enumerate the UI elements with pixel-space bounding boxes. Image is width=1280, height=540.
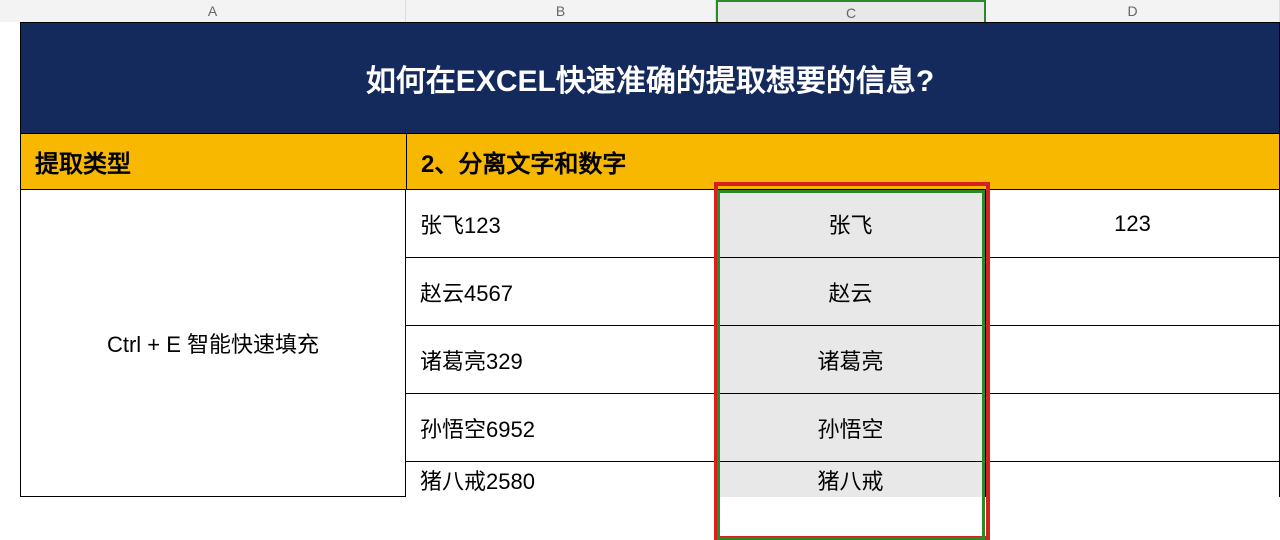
header-col2[interactable]: 2、分离文字和数字 xyxy=(407,134,1279,189)
cell-b1[interactable]: 张飞123 xyxy=(406,190,716,258)
cell-b2[interactable]: 赵云4567 xyxy=(406,258,716,326)
table-row: 诸葛亮329 诸葛亮 xyxy=(406,326,1280,394)
spreadsheet-area: 如何在EXCEL快速准确的提取想要的信息? 提取类型 2、分离文字和数字 Ctr… xyxy=(20,22,1280,497)
table-row: 赵云4567 赵云 xyxy=(406,258,1280,326)
col-header-a[interactable]: A xyxy=(20,0,406,22)
cell-c3[interactable]: 诸葛亮 xyxy=(716,326,986,394)
cell-d3[interactable] xyxy=(986,326,1280,394)
cell-d1[interactable]: 123 xyxy=(986,190,1280,258)
cell-d2[interactable] xyxy=(986,258,1280,326)
cell-b4[interactable]: 孙悟空6952 xyxy=(406,394,716,462)
col-header-d[interactable]: D xyxy=(986,0,1280,22)
cell-c2[interactable]: 赵云 xyxy=(716,258,986,326)
cell-d5[interactable] xyxy=(986,462,1280,497)
cell-b5[interactable]: 猪八戒2580 xyxy=(406,462,716,497)
table-row: 猪八戒2580 猪八戒 xyxy=(406,462,1280,497)
cell-b3[interactable]: 诸葛亮329 xyxy=(406,326,716,394)
cell-d4[interactable] xyxy=(986,394,1280,462)
header-row: 提取类型 2、分离文字和数字 xyxy=(20,134,1280,190)
title-text: 如何在EXCEL快速准确的提取想要的信息? xyxy=(366,56,934,100)
data-area: Ctrl + E 智能快速填充 张飞123 张飞 123 赵云4567 赵云 诸… xyxy=(20,190,1280,497)
cell-c5[interactable]: 猪八戒 xyxy=(716,462,986,497)
col-header-b[interactable]: B xyxy=(406,0,716,22)
table-row: 张飞123 张飞 123 xyxy=(406,190,1280,258)
merged-type-label: Ctrl + E 智能快速填充 xyxy=(107,327,319,359)
column-headers: A B C D xyxy=(0,0,1280,22)
header-col1[interactable]: 提取类型 xyxy=(21,134,407,189)
cell-c1[interactable]: 张飞 xyxy=(716,190,986,258)
col-header-c[interactable]: C xyxy=(716,0,986,22)
merged-type-cell[interactable]: Ctrl + E 智能快速填充 xyxy=(20,190,406,497)
table-row: 孙悟空6952 孙悟空 xyxy=(406,394,1280,462)
title-row[interactable]: 如何在EXCEL快速准确的提取想要的信息? xyxy=(20,22,1280,134)
cell-c4[interactable]: 孙悟空 xyxy=(716,394,986,462)
